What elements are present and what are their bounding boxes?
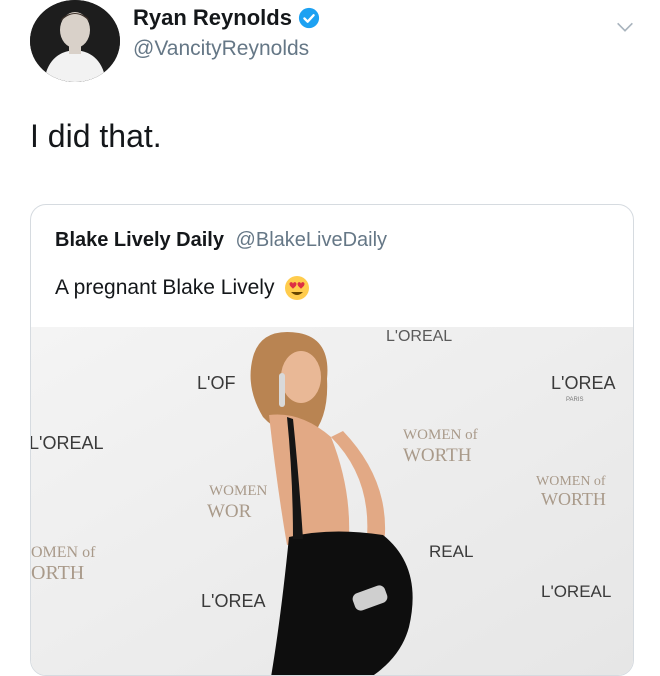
quoted-author-handle: @BlakeLiveDaily	[235, 229, 388, 251]
backdrop-loreal-bottom-left: L'OREA	[201, 591, 265, 611]
backdrop-women-3: WOMEN	[209, 483, 267, 499]
backdrop-worth-4: ORTH	[31, 562, 84, 584]
backdrop-loreal-top: L'OREAL	[386, 328, 452, 345]
quoted-author-name: Blake Lively Daily	[55, 229, 224, 251]
backdrop-real: REAL	[429, 542, 473, 561]
heart-eyes-emoji-icon	[285, 276, 310, 300]
backdrop-women-2: WOMEN of	[536, 474, 606, 489]
backdrop-paris: PARIS	[566, 397, 584, 403]
author-name[interactable]: Ryan Reynolds	[133, 5, 292, 31]
tweet-author: Ryan Reynolds @VancityReynolds	[133, 5, 320, 61]
verified-badge-icon	[298, 7, 320, 29]
backdrop-women-4: OMEN of	[31, 544, 96, 561]
quoted-tweet-header: Blake Lively Daily @BlakeLiveDaily	[55, 229, 387, 252]
backdrop-worth-3: WOR	[207, 501, 252, 522]
backdrop-loreal-left: L'OREAL	[31, 433, 103, 453]
quoted-tweet-photo[interactable]: L'OREA PARIS L'OREAL L'OREA L'OREAL L'OR…	[31, 327, 633, 675]
quoted-tweet-text: A pregnant Blake Lively	[55, 276, 275, 299]
tweet-text: I did that.	[30, 118, 162, 154]
author-name-row[interactable]: Ryan Reynolds	[133, 5, 320, 31]
backdrop-women-1: WOMEN of	[403, 427, 478, 443]
chevron-down-icon[interactable]	[614, 16, 636, 38]
author-handle[interactable]: @VancityReynolds	[133, 37, 320, 61]
backdrop-worth-2: WORTH	[541, 489, 606, 509]
backdrop-worth-1: WORTH	[403, 445, 472, 466]
author-avatar[interactable]	[30, 0, 120, 82]
backdrop-loreal-right-top: L'OREA	[551, 373, 615, 393]
quoted-tweet-card[interactable]: Blake Lively Daily @BlakeLiveDaily A pre…	[30, 204, 634, 676]
backdrop-loreal-bottom-right: L'OREAL	[541, 582, 611, 601]
backdrop-loreal-center: L'OF	[197, 373, 235, 393]
quoted-tweet-text-row: A pregnant Blake Lively	[55, 275, 310, 301]
